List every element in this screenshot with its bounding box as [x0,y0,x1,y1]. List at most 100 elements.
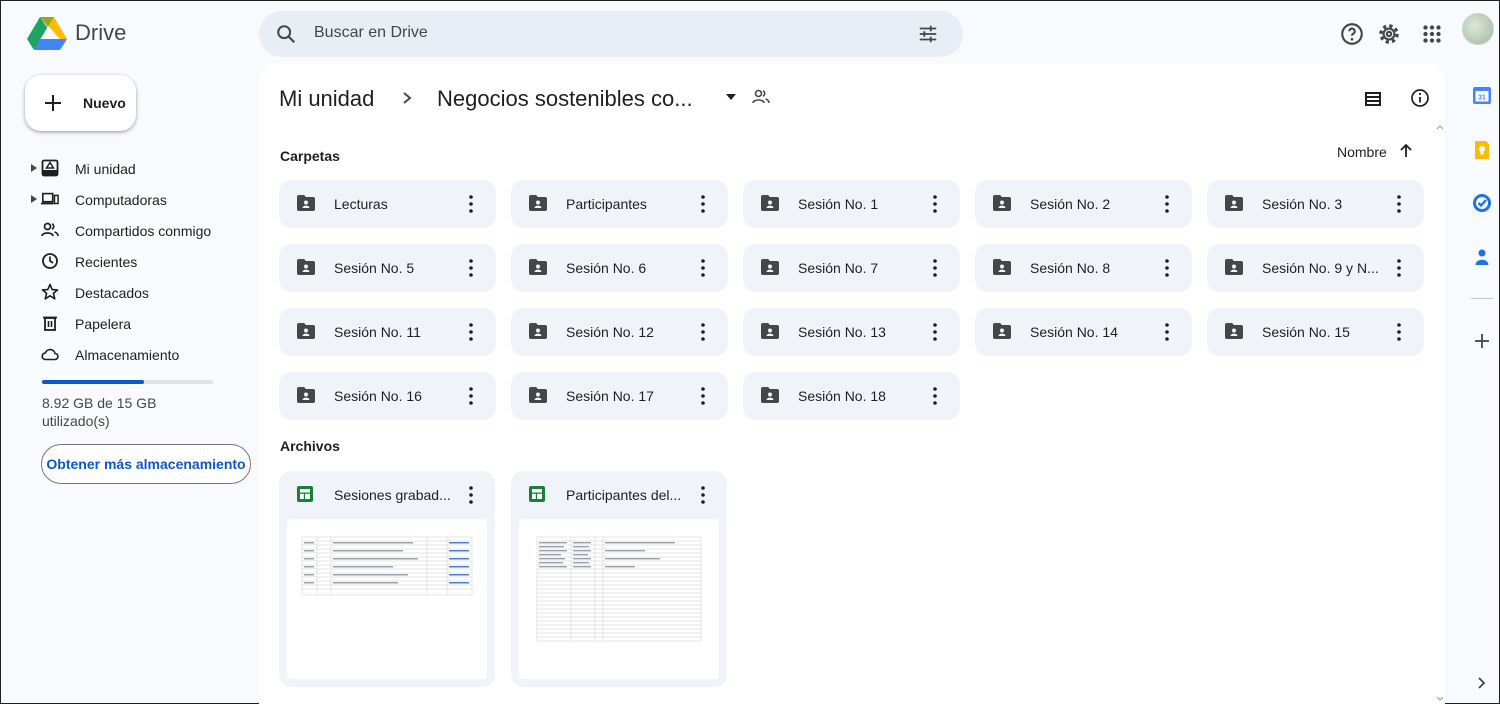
folder-card[interactable]: Sesión No. 11 [279,308,496,356]
more-vert-icon[interactable] [1396,322,1402,342]
scroll-down-arrow-icon[interactable] [1436,696,1444,702]
sidebar-item-storage[interactable]: Almacenamiento [29,339,249,370]
folder-card[interactable]: Sesión No. 18 [743,372,960,420]
more-vert-icon[interactable] [1164,258,1170,278]
scroll-up-arrow-icon[interactable] [1436,124,1444,130]
sidebar-item-starred[interactable]: Destacados [29,277,249,308]
folder-card[interactable]: Sesión No. 7 [743,244,960,292]
more-vert-icon[interactable] [1164,322,1170,342]
star-icon [41,283,59,300]
folder-card[interactable]: Sesión No. 14 [975,308,1192,356]
arrow-up-icon[interactable] [1397,142,1415,160]
folder-card[interactable]: Sesión No. 5 [279,244,496,292]
more-vert-icon[interactable] [468,485,474,505]
folder-card[interactable]: Sesión No. 2 [975,180,1192,228]
folder-card[interactable]: Sesión No. 9 y N... [1207,244,1424,292]
list-view-icon[interactable] [1363,89,1383,109]
drive-logo[interactable]: Drive [27,15,126,51]
new-button[interactable]: Nuevo [25,75,136,131]
help-icon[interactable] [1339,21,1365,47]
trash-icon [43,316,57,331]
folder-name: Sesión No. 13 [798,324,886,340]
expand-caret-icon[interactable] [31,195,37,203]
file-thumbnail[interactable] [287,519,487,679]
folder-name: Sesión No. 9 y N... [1262,260,1379,276]
apps-grid-icon[interactable] [1419,21,1445,47]
folder-card[interactable]: Sesión No. 13 [743,308,960,356]
more-vert-icon[interactable] [468,386,474,406]
account-avatar[interactable] [1462,13,1494,45]
sidebar-item-label: Computadoras [75,192,167,208]
folder-card[interactable]: Sesión No. 6 [511,244,728,292]
sidebar-item-shared-with-me[interactable]: Compartidos conmigo [29,215,249,246]
add-addon-icon[interactable] [1472,331,1492,351]
folder-name: Sesión No. 16 [334,388,422,404]
contacts-icon[interactable] [1472,247,1492,267]
search-bar[interactable]: Buscar en Drive [259,11,963,57]
expand-caret-icon[interactable] [31,164,37,172]
breadcrumb-root[interactable]: Mi unidad [279,86,374,112]
more-vert-icon[interactable] [468,322,474,342]
file-name: Participantes del... [566,487,682,503]
more-vert-icon[interactable] [932,258,938,278]
more-vert-icon[interactable] [468,258,474,278]
my-drive-icon [41,159,59,177]
folder-name: Sesión No. 3 [1262,196,1343,212]
folder-card[interactable]: Sesión No. 16 [279,372,496,420]
more-vert-icon[interactable] [1396,258,1402,278]
search-input[interactable]: Buscar en Drive [314,24,428,42]
file-name: Sesiones grabad... [334,487,451,503]
shared-icon [41,222,59,237]
shared-folder-icon [761,387,779,403]
sidebar-item-trash[interactable]: Papelera [29,308,249,339]
folder-card[interactable]: Sesión No. 12 [511,308,728,356]
files-section-title: Archivos [280,438,340,454]
more-vert-icon[interactable] [700,194,706,214]
more-vert-icon[interactable] [468,194,474,214]
more-vert-icon[interactable] [700,322,706,342]
settings-icon[interactable] [1376,21,1402,47]
file-thumbnail[interactable] [519,519,719,679]
more-vert-icon[interactable] [700,258,706,278]
calendar-icon[interactable]: 31 [1472,85,1492,105]
sidebar-nav: Mi unidad Computadoras Compartidos conmi… [29,153,249,370]
sidebar-item-computers[interactable]: Computadoras [29,184,249,215]
shared-folder-icon [297,259,315,275]
side-panel-divider [1471,298,1493,299]
more-vert-icon[interactable] [1164,194,1170,214]
more-vert-icon[interactable] [1396,194,1402,214]
breadcrumb-current-folder[interactable]: Negocios sostenibles co... [437,86,693,112]
sidebar-item-label: Destacados [75,285,149,301]
sort-by-name-button[interactable]: Nombre [1337,144,1387,160]
shared-folder-icon[interactable] [751,87,771,107]
more-vert-icon[interactable] [700,485,706,505]
keep-icon[interactable] [1472,140,1492,160]
search-options-icon[interactable] [917,23,939,45]
chevron-right-icon[interactable] [1472,673,1492,693]
sidebar-item-label: Papelera [75,316,132,332]
folder-card[interactable]: Sesión No. 17 [511,372,728,420]
folder-card[interactable]: Sesión No. 15 [1207,308,1424,356]
search-icon[interactable] [275,23,297,45]
more-vert-icon[interactable] [932,322,938,342]
file-card[interactable]: Participantes del... [511,471,727,687]
more-vert-icon[interactable] [700,386,706,406]
caret-down-icon[interactable] [726,94,736,100]
sidebar-item-my-drive[interactable]: Mi unidad [29,153,249,184]
shared-folder-icon [1225,259,1243,275]
storage-usage-fill [42,380,144,384]
folder-card[interactable]: Sesión No. 8 [975,244,1192,292]
get-more-storage-button[interactable]: Obtener más almacenamiento [41,444,251,484]
folder-card[interactable]: Sesión No. 1 [743,180,960,228]
folder-card[interactable]: Participantes [511,180,728,228]
folder-name: Sesión No. 17 [566,388,654,404]
folder-card[interactable]: Sesión No. 3 [1207,180,1424,228]
more-vert-icon[interactable] [932,194,938,214]
info-icon[interactable] [1409,87,1431,109]
folder-card[interactable]: Lecturas [279,180,496,228]
file-card[interactable]: Sesiones grabad... [279,471,495,687]
main-content: Mi unidad Negocios sostenibles co... Car… [259,64,1445,704]
sidebar-item-recent[interactable]: Recientes [29,246,249,277]
more-vert-icon[interactable] [932,386,938,406]
tasks-icon[interactable] [1472,193,1492,213]
